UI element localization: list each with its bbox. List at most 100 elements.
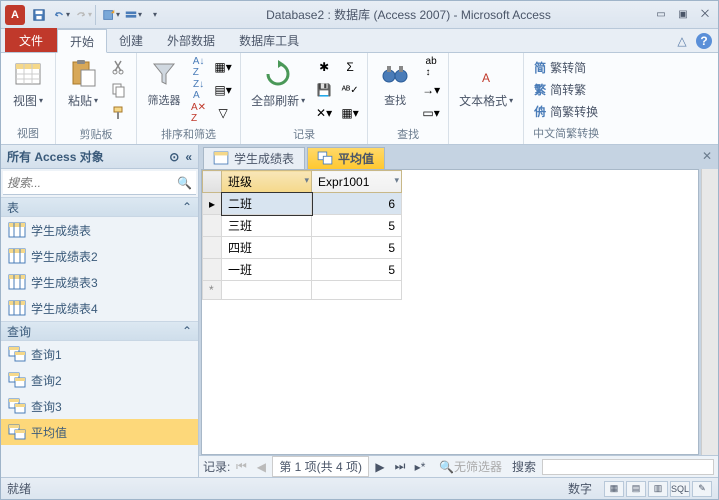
replace-icon[interactable]: ab↕ (420, 56, 442, 78)
record-position[interactable]: 第 1 项(共 4 项) (272, 456, 369, 477)
grid-cell[interactable]: 5 (312, 215, 402, 237)
first-record-button[interactable]: ⏮ (232, 458, 250, 476)
nav-item-table[interactable]: 学生成绩表3 (1, 269, 198, 295)
qat-extra2-icon[interactable]: ▾ (123, 5, 143, 25)
paste-button[interactable]: 粘贴▾ (62, 56, 104, 111)
sql-view-button[interactable]: SQL (670, 481, 690, 497)
save-record-icon[interactable]: 💾 (313, 79, 335, 101)
column-dropdown-icon[interactable]: ▾ (305, 175, 310, 186)
goto-icon[interactable]: →▾ (420, 79, 442, 101)
prev-record-button[interactable]: ◀ (252, 458, 270, 476)
design-view-button[interactable]: ✎ (692, 481, 712, 497)
view-button[interactable]: 视图▾ (7, 56, 49, 111)
delete-record-icon[interactable]: ✕▾ (313, 102, 335, 124)
grid-cell[interactable] (312, 281, 402, 300)
ribbon-minimize-icon[interactable]: △ (674, 33, 690, 49)
new-row-selector[interactable]: * (203, 281, 222, 300)
column-dropdown-icon[interactable]: ▾ (395, 175, 400, 186)
group-label-chinese: 中文简繁转换 (530, 123, 602, 141)
nav-item-query[interactable]: 查询2 (1, 367, 198, 393)
tab-file[interactable]: 文件 (5, 28, 57, 52)
pivot-view-button[interactable]: ▤ (626, 481, 646, 497)
row-selector-header[interactable] (203, 171, 222, 193)
grid-cell[interactable]: 6 (312, 193, 402, 215)
nav-item-table[interactable]: 学生成绩表4 (1, 295, 198, 321)
help-icon[interactable]: ? (696, 33, 712, 49)
nav-item-query[interactable]: 平均值 (1, 419, 198, 445)
sort-asc-icon[interactable]: A↓Z (189, 56, 208, 78)
doc-tab-query[interactable]: 平均值 (307, 147, 385, 169)
row-selector[interactable] (203, 259, 222, 281)
redo-icon[interactable]: ▾ (73, 5, 93, 25)
close-button[interactable]: ⨉ (696, 7, 714, 23)
grid-cell[interactable]: 一班 (222, 259, 312, 281)
last-record-button[interactable]: ⏭ (391, 458, 409, 476)
format-painter-icon[interactable] (108, 102, 130, 124)
search-icon[interactable]: 🔍 (177, 176, 192, 190)
tab-tools[interactable]: 数据库工具 (227, 28, 311, 52)
save-icon[interactable] (29, 5, 49, 25)
simp-to-trad-button[interactable]: 繁简转繁 (530, 78, 602, 100)
cut-icon[interactable] (108, 56, 130, 78)
row-selector[interactable] (203, 215, 222, 237)
grid-cell[interactable] (222, 281, 312, 300)
tab-home[interactable]: 开始 (57, 29, 107, 53)
select-icon[interactable]: ▭▾ (420, 102, 442, 124)
nav-item-query[interactable]: 查询1 (1, 341, 198, 367)
group-view: 视图▾ 视图 (1, 53, 56, 144)
selection-filter-icon[interactable]: ▦▾ (212, 56, 234, 78)
trad-to-simp-button[interactable]: 简繁转简 (530, 56, 602, 78)
nav-item-query[interactable]: 查询3 (1, 393, 198, 419)
find-button[interactable]: 查找 (374, 56, 416, 110)
nav-dropdown-icon[interactable]: ⊙ (169, 150, 179, 164)
row-selector[interactable] (203, 237, 222, 259)
nav-category-tables[interactable]: 表⌃ (1, 197, 198, 217)
datasheet-grid[interactable]: 班级▾ Expr1001▾ ▸二班6 三班5 四班5 一班5 * (201, 169, 699, 455)
doc-tab-table[interactable]: 学生成绩表 (203, 147, 305, 169)
undo-icon[interactable]: ▾ (51, 5, 71, 25)
maximize-button[interactable]: ▣ (674, 7, 692, 23)
next-record-button[interactable]: ▶ (371, 458, 389, 476)
nav-category-queries[interactable]: 查询⌃ (1, 321, 198, 341)
new-record-icon[interactable]: ✱ (313, 56, 335, 78)
filter-button[interactable]: 筛选器 (143, 56, 185, 110)
spelling-icon[interactable]: ᴬᴮ✓ (339, 79, 361, 101)
sort-desc-icon[interactable]: Z↓A (189, 79, 208, 101)
nav-item-table[interactable]: 学生成绩表 (1, 217, 198, 243)
column-header[interactable]: Expr1001▾ (312, 171, 402, 193)
more-records-icon[interactable]: ▦▾ (339, 102, 361, 124)
record-search-input[interactable] (542, 459, 714, 475)
nav-search-input[interactable] (7, 176, 177, 190)
nav-pane-header[interactable]: 所有 Access 对象 ⊙« (1, 145, 198, 169)
copy-icon[interactable] (108, 79, 130, 101)
grid-cell[interactable]: 二班 (222, 193, 312, 215)
chinese-conv-button[interactable]: 侜简繁转换 (530, 100, 602, 122)
nav-collapse-icon[interactable]: « (185, 150, 192, 164)
close-document-icon[interactable]: ✕ (702, 149, 712, 163)
grid-cell[interactable]: 5 (312, 259, 402, 281)
nav-search-box[interactable]: 🔍 (3, 171, 196, 195)
new-record-button[interactable]: ▸* (411, 458, 429, 476)
refresh-all-button[interactable]: 全部刷新▾ (247, 56, 309, 111)
group-label-view: 视图 (7, 123, 49, 141)
vertical-scrollbar[interactable] (701, 169, 718, 455)
grid-cell[interactable]: 四班 (222, 237, 312, 259)
toggle-filter-icon[interactable]: ▽ (212, 102, 234, 124)
text-format-button[interactable]: A 文本格式▾ (455, 56, 517, 111)
datasheet-view-button[interactable]: ▦ (604, 481, 624, 497)
tab-external[interactable]: 外部数据 (155, 28, 227, 52)
clear-sort-icon[interactable]: A✕Z (189, 102, 208, 124)
chart-view-button[interactable]: ▥ (648, 481, 668, 497)
group-label-find: 查找 (374, 124, 442, 142)
minimize-button[interactable]: ▭ (652, 7, 670, 23)
column-header[interactable]: 班级▾ (222, 171, 312, 193)
qat-customize-icon[interactable]: ▾ (145, 5, 165, 25)
nav-item-table[interactable]: 学生成绩表2 (1, 243, 198, 269)
grid-cell[interactable]: 5 (312, 237, 402, 259)
advanced-filter-icon[interactable]: ▤▾ (212, 79, 234, 101)
tab-create[interactable]: 创建 (107, 28, 155, 52)
row-selector[interactable]: ▸ (203, 193, 222, 215)
totals-icon[interactable]: Σ (339, 56, 361, 78)
qat-extra1-icon[interactable]: ▾ (101, 5, 121, 25)
grid-cell[interactable]: 三班 (222, 215, 312, 237)
